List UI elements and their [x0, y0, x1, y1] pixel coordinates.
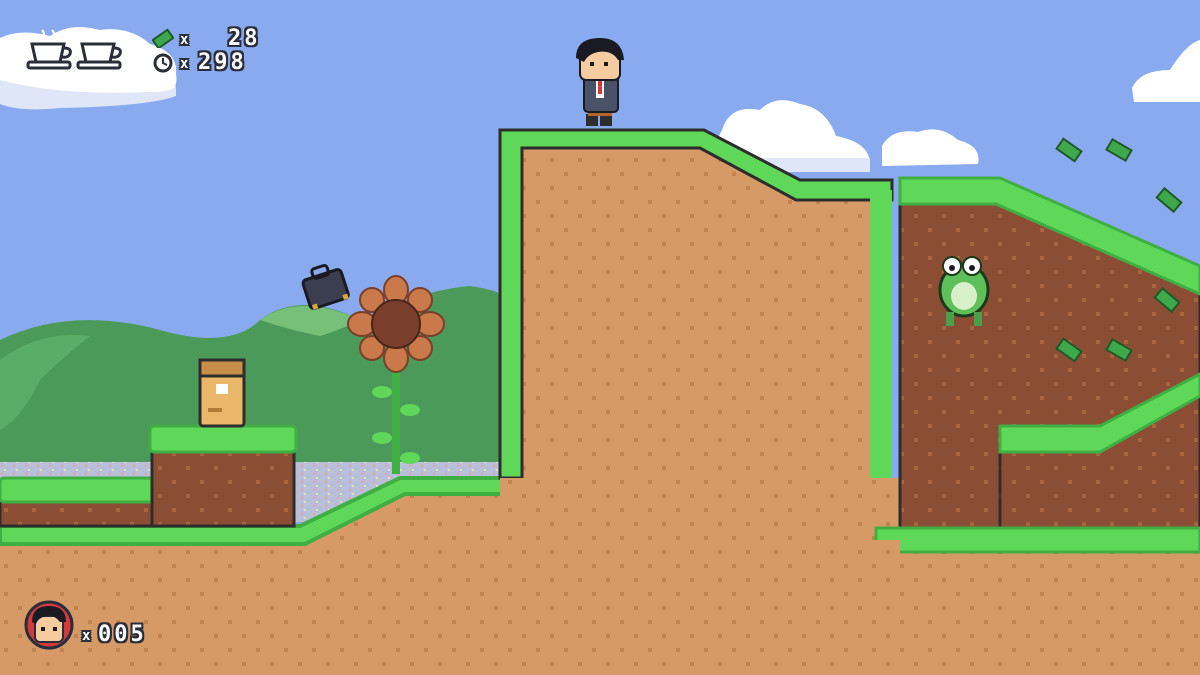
health-cups: [26, 26, 126, 79]
money-multiplier: x: [180, 32, 189, 48]
lives-value: 005: [98, 622, 147, 647]
lives-counter: x 005: [24, 600, 184, 650]
game-viewport[interactable]: x 28 x 298 x 005: [0, 0, 1200, 675]
timer-counter: x 298: [152, 52, 282, 74]
lives-multiplier: x: [82, 628, 91, 644]
cash-icon: [152, 28, 174, 48]
money-value: 28: [228, 26, 261, 51]
ground-grass-right: [874, 526, 1200, 554]
platform-high: [148, 424, 298, 528]
money-counter: x 28: [152, 28, 282, 50]
player-face-icon: [24, 600, 74, 650]
cardboard-box[interactable]: [198, 358, 246, 428]
clock-icon: [153, 53, 173, 73]
frog-enemy[interactable]: [938, 256, 990, 326]
timer-multiplier: x: [180, 56, 189, 72]
timer-value: 298: [198, 50, 247, 75]
coffee-cup-icon: [26, 29, 122, 70]
